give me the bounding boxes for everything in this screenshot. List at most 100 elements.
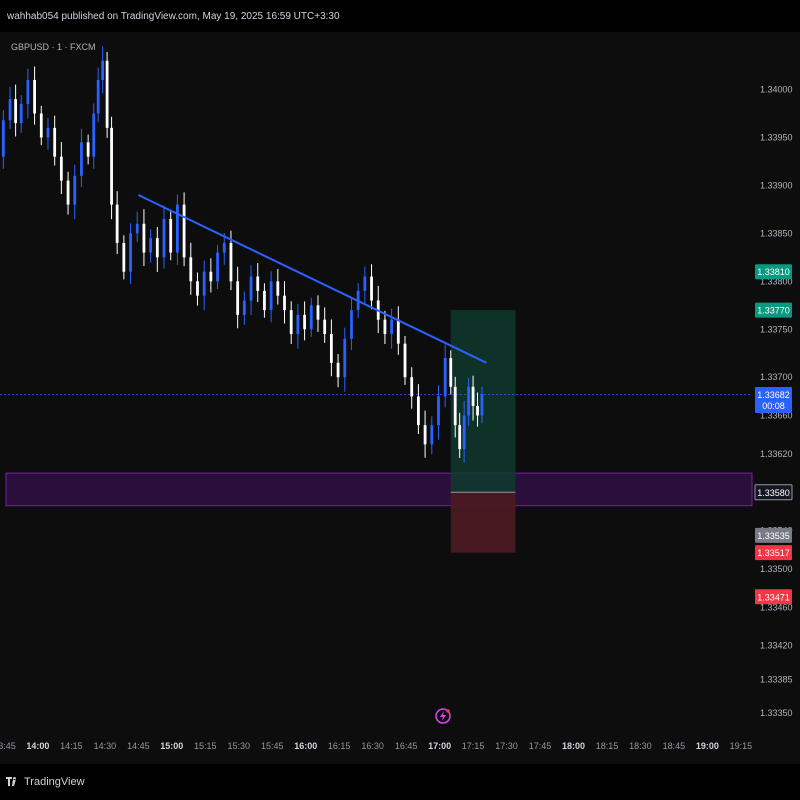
stop-loss-zone [450,492,516,553]
candle-body [303,314,306,330]
candle-body [73,175,77,205]
candle-body [66,180,70,205]
candle-body [229,242,233,282]
candle-body [471,386,475,406]
candle-body [467,386,471,416]
y-tick-label: 1.33950 [760,132,793,142]
y-tick-label: 1.33750 [760,324,793,334]
plot-background [0,32,800,764]
x-tick-label: 13:45 [0,741,16,751]
x-tick-label: 15:45 [261,741,284,751]
price-label-text: 1.33580 [757,488,790,498]
price-label-countdown: 00:08 [762,401,785,411]
candle-body [80,142,83,176]
x-tick-label: 18:15 [596,741,619,751]
candle-body [343,338,347,378]
x-tick-label: 16:00 [294,741,317,751]
candle-body [443,358,447,397]
candle-body [202,271,206,296]
candle-body [263,290,266,311]
candle-body [390,319,394,335]
candle-body [86,142,90,157]
candle-body [423,425,427,445]
x-tick-label: 14:30 [94,741,117,751]
candle-body [222,242,226,253]
candle-body [1,120,5,157]
x-tick-label: 16:15 [328,741,351,751]
candle-body [129,233,132,272]
candle-body [209,271,213,282]
candle-body [350,310,353,339]
chart-canvas[interactable]: 1.333501.333851.334201.334601.335001.335… [0,32,800,764]
candle-body [453,386,457,426]
x-tick-label: 19:15 [730,741,753,751]
x-tick-label: 16:45 [395,741,418,751]
candle-body [110,127,113,205]
candle-body [458,425,462,450]
candle-body [329,334,333,363]
x-tick-label: 18:30 [629,741,652,751]
candle-body [430,425,434,445]
candle-body [276,281,280,296]
candle-body [14,99,18,124]
x-tick-label: 14:45 [127,741,150,751]
y-tick-label: 1.33900 [760,180,793,190]
candle-body [476,405,479,416]
x-tick-label: 15:15 [194,741,217,751]
candle-body [46,127,50,138]
y-tick-label: 1.33500 [760,564,793,574]
candle-body [370,276,373,301]
candle-body [122,242,126,272]
candle-body [289,310,293,335]
x-tick-label: 18:45 [663,741,686,751]
candle-body [115,204,119,243]
candle-body [182,204,186,258]
price-label-text: 1.33810 [757,267,790,277]
candle-body [105,60,109,128]
x-tick-label: 14:00 [26,741,49,751]
x-tick-label: 17:30 [495,741,518,751]
tradingview-logo-icon [6,777,17,786]
price-label-text: 1.33517 [757,548,790,558]
candle-body [33,79,36,114]
candle-body [53,127,57,157]
candle-body [135,223,139,234]
x-tick-label: 16:30 [361,741,384,751]
candle-body [59,156,63,181]
publisher-text: wahhab054 published on TradingView.com, … [7,11,340,22]
candle-body [256,276,260,291]
candle-body [176,204,179,253]
symbol-title[interactable]: GBPUSD · 1 · FXCM [11,42,96,52]
y-tick-label: 1.33620 [760,449,793,459]
x-tick-label: 18:00 [562,741,585,751]
candle-body [410,377,414,397]
candle-body [396,319,400,344]
candle-body [162,218,166,258]
x-tick-label: 17:00 [428,741,451,751]
candle-body [316,305,320,320]
footer-bar [0,764,800,800]
candle-body [169,218,173,253]
candle-body [236,281,240,315]
price-label-text: 1.33471 [757,592,790,602]
publisher-bar: wahhab054 published on TradingView.com, … [0,0,800,32]
price-label-text: 1.33535 [757,531,790,541]
candle-body [403,343,407,378]
y-tick-label: 1.34000 [760,85,793,95]
candle-body [283,295,286,311]
candle-body [142,223,146,253]
tradingview-brand[interactable]: TradingView [6,776,85,788]
candle-body [196,281,199,296]
candle-body [449,358,453,387]
y-tick-label: 1.33700 [760,372,793,382]
candle-body [92,113,96,157]
candle-body [437,396,440,426]
candle-body [309,305,313,330]
y-tick-label: 1.33385 [760,674,793,684]
candle-body [336,362,340,378]
x-tick-label: 15:30 [227,741,250,751]
candle-body [480,394,484,416]
candle-body [363,276,367,291]
tradingview-brand-text: TradingView [24,776,85,788]
candle-body [96,79,100,114]
